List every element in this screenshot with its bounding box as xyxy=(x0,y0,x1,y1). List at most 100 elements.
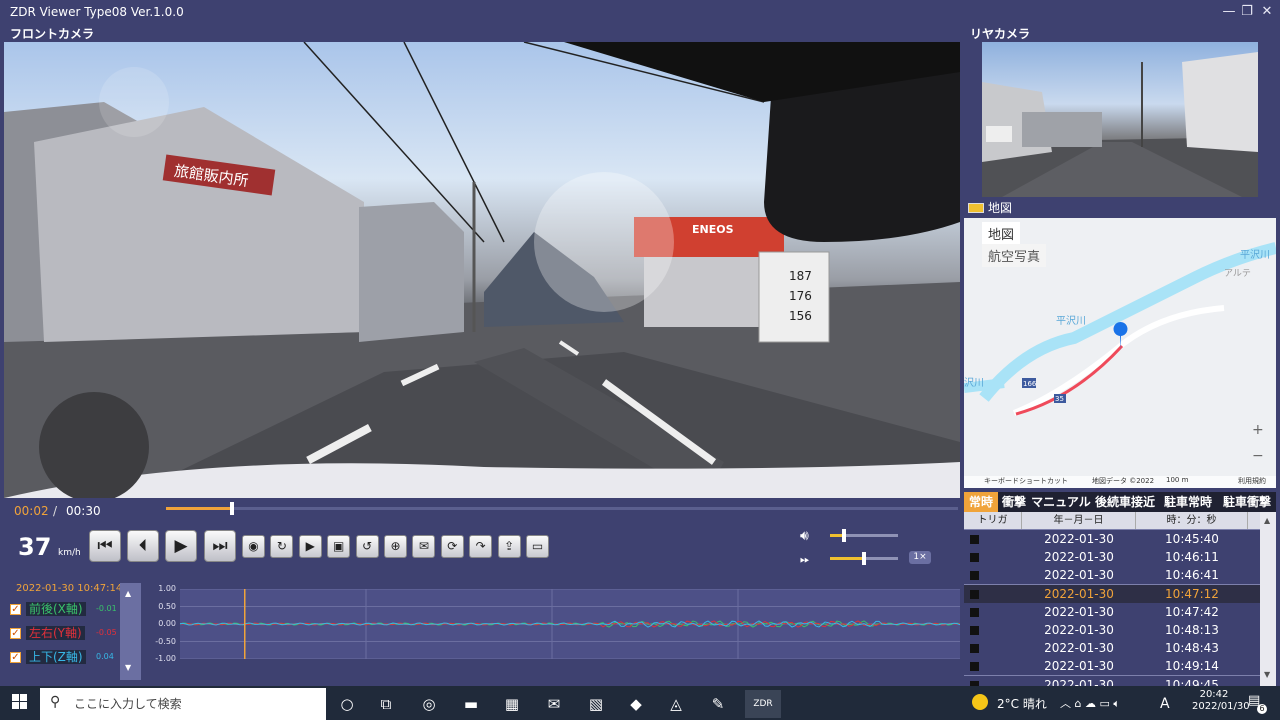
table-row[interactable]: 2022-01-30 10:45:40 xyxy=(964,530,1260,548)
close-button[interactable]: ✕ xyxy=(1258,3,1276,21)
play-button[interactable]: ▶ xyxy=(165,530,197,562)
tray-icons[interactable]: ︿ ⌂ ☁ ▭ 🔈︎ xyxy=(1060,690,1120,718)
zoom-out-button[interactable]: − xyxy=(1252,448,1264,464)
event-tab[interactable]: 駐車衝撃 xyxy=(1218,492,1276,512)
start-button[interactable] xyxy=(12,694,28,710)
time-cell: 10:48:13 xyxy=(1165,623,1219,637)
seek-bar[interactable] xyxy=(166,502,958,515)
window-icon[interactable]: ▣ xyxy=(327,535,351,558)
scroll-down-icon[interactable]: ▼ xyxy=(1264,670,1270,679)
event-tab[interactable]: 常時 xyxy=(964,492,998,512)
table-row[interactable]: 2022-01-30 10:49:45 xyxy=(964,675,1260,686)
graph-y-label: -1.00 xyxy=(155,654,176,663)
seek-bar-handle[interactable] xyxy=(229,502,234,515)
table-row[interactable]: 2022-01-30 10:49:14 xyxy=(964,657,1260,676)
event-table[interactable]: トリガ 年－月－日 時：分：秒 2022-01-30 10:45:40 2022-0… xyxy=(964,512,1276,686)
previous-button[interactable]: ⏴ xyxy=(127,530,159,562)
total-time: 00:30 xyxy=(66,504,101,518)
rear-camera-video[interactable] xyxy=(982,42,1258,197)
clock[interactable]: 20:42 2022/01/30 xyxy=(1192,689,1250,713)
table-row[interactable]: 2022-01-30 10:48:13 xyxy=(964,621,1260,639)
camera-icon[interactable]: ◉ xyxy=(242,535,265,558)
axis-value: -0.05 xyxy=(96,628,117,637)
store-icon[interactable]: ▦ xyxy=(498,690,526,718)
playback-rate-slider-handle[interactable] xyxy=(862,552,866,565)
minimize-button[interactable]: — xyxy=(1220,3,1238,21)
seek-bar-fill xyxy=(166,507,232,510)
weather-text[interactable]: 2°C 晴れ xyxy=(997,690,1047,718)
maximize-button[interactable]: ❐ xyxy=(1238,3,1256,21)
axis-value: -0.01 xyxy=(96,604,117,613)
time-cell: 10:46:41 xyxy=(1165,568,1219,583)
gsensor-graph[interactable] xyxy=(179,588,961,660)
axis-label: 上下(Z軸) xyxy=(26,650,86,664)
terms-link[interactable]: 利用規約 xyxy=(1238,476,1266,486)
time-cell: 10:46:11 xyxy=(1165,550,1219,565)
scroll-down-icon[interactable]: ▼ xyxy=(125,663,131,672)
task-view-icon[interactable]: ⧉ xyxy=(372,690,400,718)
rotate-left-icon[interactable]: ↺ xyxy=(355,535,379,558)
event-tab[interactable]: マニュアル xyxy=(1030,492,1092,512)
volume-slider-handle[interactable] xyxy=(841,529,846,542)
envelope-icon[interactable]: ✉ xyxy=(412,535,436,558)
table-row[interactable]: 2022-01-30 10:46:41 xyxy=(964,566,1260,585)
playback-rate-slider[interactable] xyxy=(830,552,898,565)
mail-icon[interactable]: ✉ xyxy=(540,690,568,718)
map-panel[interactable]: 地図 地図 航空写真 平沢川 アルテ 平沢川 沢川 166 35 + − キーボ… xyxy=(964,198,1276,488)
explorer-icon[interactable]: ▬ xyxy=(457,690,485,718)
event-tab[interactable]: 後続車接近 xyxy=(1092,492,1158,512)
rotate-right-icon[interactable]: ↷ xyxy=(469,535,493,558)
axis-label: 左右(Y軸) xyxy=(26,626,85,640)
map-scale: 100 m xyxy=(1166,476,1189,484)
notification-count: 6 xyxy=(1257,704,1267,714)
app3-icon[interactable]: ◬ xyxy=(662,690,690,718)
scroll-up-icon[interactable]: ▲ xyxy=(125,589,131,598)
table-row[interactable]: 2022-01-30 10:47:12 xyxy=(964,584,1260,603)
scroll-up-icon[interactable]: ▲ xyxy=(1264,516,1270,525)
axis-checkbox[interactable]: ✓ xyxy=(10,604,21,615)
video-camera-icon[interactable]: ▶ xyxy=(298,535,322,558)
rear-camera-label: リヤカメラ xyxy=(970,27,1031,41)
zoom-in-button[interactable]: + xyxy=(1252,422,1264,438)
table-scrollbar[interactable]: ▲ ▼ xyxy=(1260,512,1276,686)
zoom-icon[interactable]: ⊕ xyxy=(384,535,407,558)
skip-back-button[interactable]: ⏮ xyxy=(89,530,121,562)
axis-checkbox[interactable]: ✓ xyxy=(10,628,21,639)
folder-icon[interactable]: ▭ xyxy=(526,535,549,558)
clock-date: 2022/01/30 xyxy=(1192,701,1250,712)
weather-icon xyxy=(972,694,988,710)
volume-icon[interactable]: 🔊︎ xyxy=(800,528,809,544)
table-row[interactable]: 2022-01-30 10:48:43 xyxy=(964,639,1260,658)
table-row[interactable]: 2022-01-30 10:46:11 xyxy=(964,548,1260,567)
keyboard-shortcuts-link[interactable]: キーボードショートカット xyxy=(984,476,1068,486)
refresh-icon[interactable]: ⟳ xyxy=(440,535,464,558)
zdr-viewer-icon[interactable]: ZDR xyxy=(745,690,781,718)
app1-icon[interactable]: ▧ xyxy=(582,690,610,718)
date-cell: 2022-01-30 xyxy=(1044,550,1114,565)
upload-icon[interactable]: ⇪ xyxy=(497,535,521,558)
skip-forward-button[interactable]: ⏭ xyxy=(204,530,236,562)
app4-icon[interactable]: ✎ xyxy=(704,690,732,718)
taskbar-search-input[interactable]: ここに入力して検索 xyxy=(40,688,326,720)
trigger-icon xyxy=(970,626,979,635)
table-row[interactable]: 2022-01-30 10:47:42 xyxy=(964,602,1260,621)
front-camera-label: フロントカメラ xyxy=(10,27,95,41)
event-tab[interactable]: 駐車常時 xyxy=(1158,492,1218,512)
eneos-sign-text: ENEOS xyxy=(692,223,734,236)
river-label-2: 平沢川 xyxy=(1240,248,1270,261)
app2-icon[interactable]: ◆ xyxy=(622,690,650,718)
edge-icon[interactable]: ◎ xyxy=(415,690,443,718)
gsensor-scrollbar[interactable]: ▲ ▼ xyxy=(120,583,141,680)
date-cell: 2022-01-30 xyxy=(1044,623,1114,637)
ime-indicator[interactable]: A xyxy=(1160,690,1170,718)
time-cell: 10:49:45 xyxy=(1165,677,1219,686)
event-tab[interactable]: 衝撃 xyxy=(998,492,1030,512)
front-camera-video[interactable]: 旅館販内所 ENEOS 187 176 156 xyxy=(4,42,960,498)
cortana-icon[interactable]: ○ xyxy=(333,690,361,718)
front-camera-scene: 旅館販内所 ENEOS 187 176 156 xyxy=(4,42,960,498)
rotate-icon[interactable]: ↻ xyxy=(270,535,294,558)
time-cell: 10:45:40 xyxy=(1165,532,1219,546)
volume-slider[interactable] xyxy=(830,529,898,542)
axis-checkbox[interactable]: ✓ xyxy=(10,652,21,663)
map-header: 地図 xyxy=(964,198,1276,218)
